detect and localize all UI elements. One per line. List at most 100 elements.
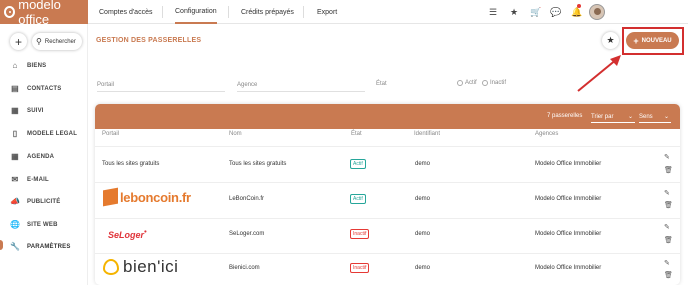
radio-actif[interactable]: Actif bbox=[457, 80, 477, 86]
inbox-icon: ▦ bbox=[11, 106, 19, 115]
filter-agence-field[interactable] bbox=[237, 91, 365, 92]
passerelles-count: 7 passerelles bbox=[547, 113, 583, 119]
column-header-etat: État bbox=[351, 131, 362, 137]
tab-export[interactable]: Export bbox=[317, 0, 337, 24]
page-title: GESTION DES PASSERELLES bbox=[96, 37, 202, 44]
add-button[interactable]: + bbox=[10, 33, 27, 50]
plus-icon: + bbox=[14, 34, 22, 49]
megaphone-icon: 📣 bbox=[10, 197, 21, 206]
brand-logo[interactable]: modelo office bbox=[0, 0, 88, 27]
notification-dot bbox=[577, 4, 581, 8]
sidebar-item-label: PARAMÈTRES bbox=[27, 243, 71, 250]
chat-icon[interactable]: 💬 bbox=[550, 6, 561, 18]
passerelle-identifiant: demo bbox=[415, 196, 431, 202]
leboncoin-logo: leboncoin.fr bbox=[103, 187, 191, 207]
tab-comptes-acces[interactable]: Comptes d'accès bbox=[99, 0, 152, 24]
edit-icon[interactable]: ✎ bbox=[664, 222, 670, 234]
bienici-logo: bien'ici bbox=[103, 257, 178, 277]
radio-actif-label: Actif bbox=[465, 80, 477, 86]
home-icon: ⌂ bbox=[12, 61, 18, 70]
radio-inactif[interactable]: Inactif bbox=[482, 80, 506, 86]
highlight-box bbox=[622, 27, 684, 55]
column-header-agences: Agences bbox=[535, 131, 559, 137]
sidebar-item-publicite[interactable]: 📣 PUBLICITÉ bbox=[10, 197, 60, 206]
radio-inactif-label: Inactif bbox=[490, 80, 507, 86]
card-header: 7 passerelles Trier par ⌄ Sens ⌄ bbox=[95, 104, 680, 129]
sidebar-item-site-web[interactable]: 🌐 SITE WEB bbox=[10, 220, 58, 229]
portail-name: Tous les sites gratuits bbox=[102, 161, 160, 167]
passerelle-agence: Modelo Office Immobilier bbox=[535, 231, 602, 237]
passerelle-nom: Bienici.com bbox=[229, 265, 260, 271]
sidebar-item-label: E-MAIL bbox=[27, 176, 49, 183]
portail-name: SeLoger bbox=[108, 230, 145, 240]
passerelle-identifiant: demo bbox=[415, 265, 431, 271]
trash-icon[interactable]: 🗑 bbox=[664, 165, 673, 177]
tab-configuration[interactable]: Configuration bbox=[175, 0, 217, 24]
radio-circle bbox=[457, 80, 463, 86]
column-header-identifiant: Identifiant bbox=[414, 131, 441, 137]
tab-credits-prepayes[interactable]: Crédits prépayés bbox=[241, 0, 294, 24]
search-icon: ⚲ bbox=[36, 37, 42, 46]
brand-name: modelo office bbox=[18, 0, 61, 27]
chevron-down-icon: ⌄ bbox=[663, 114, 669, 120]
passerelle-nom: SeLoger.com bbox=[229, 231, 265, 237]
sidebar-item-parametres[interactable]: 🔧 PARAMÈTRES bbox=[10, 242, 71, 251]
trash-icon[interactable]: 🗑 bbox=[664, 200, 673, 212]
sort-select[interactable]: Trier par ⌄ bbox=[591, 111, 635, 123]
sidebar-item-label: CONTACTS bbox=[27, 85, 62, 92]
passerelle-nom: LeBonCoin.fr bbox=[229, 196, 265, 202]
edit-icon[interactable]: ✎ bbox=[664, 258, 670, 270]
filter-agence-label: Agence bbox=[237, 82, 258, 88]
tab-divider bbox=[303, 6, 304, 18]
sidebar-item-label: SITE WEB bbox=[27, 221, 58, 228]
direction-label: Sens bbox=[639, 113, 653, 120]
sidebar-item-email[interactable]: ✉ E-MAIL bbox=[10, 175, 49, 184]
edit-icon[interactable]: ✎ bbox=[664, 188, 670, 200]
sidebar-item-biens[interactable]: ⌂ BIENS bbox=[10, 61, 46, 70]
status-badge: Inactif bbox=[350, 263, 370, 273]
filter-portail-label: Portail bbox=[97, 82, 115, 88]
trash-icon[interactable]: 🗑 bbox=[664, 235, 673, 247]
avatar[interactable] bbox=[589, 4, 605, 20]
globe-icon: 🌐 bbox=[10, 220, 21, 229]
sidebar-item-label: AGENDA bbox=[27, 153, 55, 160]
passerelle-identifiant: demo bbox=[415, 161, 431, 167]
favorite-button[interactable]: ★ bbox=[602, 32, 619, 49]
passerelle-agence: Modelo Office Immobilier bbox=[535, 196, 602, 202]
column-header-portail: Portail bbox=[102, 131, 120, 137]
bienici-heart-icon bbox=[103, 259, 119, 275]
active-indicator bbox=[0, 240, 3, 250]
tab-divider bbox=[228, 6, 229, 18]
portail-name: bien'ici bbox=[123, 257, 179, 276]
document-icon: ▯ bbox=[12, 129, 18, 138]
search-button[interactable]: ⚲ Rechercher bbox=[32, 33, 82, 50]
sidebar-item-suivi[interactable]: ▦ SUIVI bbox=[10, 106, 44, 115]
trash-icon[interactable]: 🗑 bbox=[664, 270, 673, 282]
status-badge: Actif bbox=[350, 194, 366, 204]
seloger-logo: SeLoger• bbox=[108, 227, 147, 240]
sidebar-item-label: MODELE LEGAL bbox=[27, 130, 78, 137]
chevron-down-icon: ⌄ bbox=[627, 114, 633, 120]
radio-circle bbox=[482, 80, 488, 86]
sidebar-item-label: SUIVI bbox=[27, 107, 44, 114]
layers-icon[interactable]: ☰ bbox=[489, 6, 497, 18]
filter-etat-label: État bbox=[376, 81, 387, 87]
direction-select[interactable]: Sens ⌄ bbox=[639, 111, 671, 123]
cart-icon[interactable]: 🛒 bbox=[530, 6, 541, 18]
edit-icon[interactable]: ✎ bbox=[664, 152, 670, 164]
seloger-star-icon: • bbox=[144, 227, 147, 236]
tab-divider bbox=[162, 6, 163, 18]
annotation-arrow bbox=[577, 55, 621, 92]
sidebar-item-contacts[interactable]: ▤ CONTACTS bbox=[10, 84, 62, 93]
bell-icon[interactable]: 🔔 bbox=[571, 6, 582, 18]
sidebar-item-modele-legal[interactable]: ▯ MODELE LEGAL bbox=[10, 129, 77, 138]
wrench-icon: 🔧 bbox=[10, 242, 21, 251]
filter-portail-field[interactable] bbox=[97, 91, 225, 92]
passerelle-agence: Modelo Office Immobilier bbox=[535, 161, 602, 167]
logo-icon bbox=[4, 6, 16, 18]
leboncoin-box-icon bbox=[103, 187, 118, 207]
sidebar-item-agenda[interactable]: ▦ AGENDA bbox=[10, 152, 54, 161]
search-label: Rechercher bbox=[44, 38, 76, 45]
star-icon[interactable]: ★ bbox=[510, 6, 518, 18]
passerelle-nom: Tous les sites gratuits bbox=[229, 161, 287, 167]
